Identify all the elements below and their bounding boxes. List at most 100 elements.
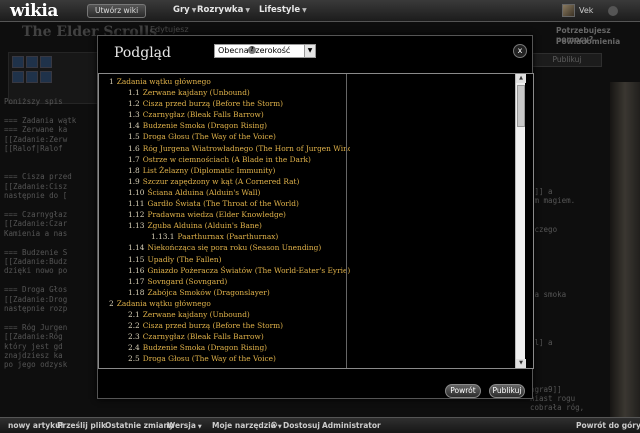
toc-number: 2.2 — [128, 321, 140, 331]
toc-number: 1.10 — [128, 187, 145, 197]
version-link[interactable]: Wersja ▼ — [167, 421, 202, 430]
toc-item[interactable]: 1.3 Czarnygłaz (Bleak Falls Barrow) — [105, 109, 350, 120]
toc-number: 2.4 — [128, 343, 140, 353]
toc-item[interactable]: 1.11 Gardło Świata (The Throat of the Wor… — [105, 198, 350, 209]
toc-item[interactable]: 1.13.1 Paarthurnax (Paarthurnax) — [105, 231, 350, 242]
wikia-logo[interactable]: wikia — [10, 1, 58, 21]
toc-link[interactable]: Gardło Świata (The Throat of the World) — [147, 199, 298, 208]
toc-number: 1.4 — [128, 121, 140, 131]
toc-number: 2.3 — [128, 332, 140, 342]
toc-link[interactable]: List Żelazny (Diplomatic Immunity) — [143, 166, 276, 175]
toc-number: 1.7 — [128, 154, 140, 164]
preview-frame: 1 Zadania wątku głównego 1.1 Zerwane kajdan… — [98, 73, 534, 369]
global-nav: wikia Utwórz wiki Gry ▼ Rozrywka ▼ Lifesty… — [0, 0, 640, 22]
recent-changes-link[interactable]: Ostatnie zmiany — [105, 421, 174, 430]
publish-button[interactable]: Publikuj — [489, 384, 525, 398]
toc-item[interactable]: 2.1 Zerwane kajdany (Unbound) — [105, 309, 350, 320]
toc-item[interactable]: 1.1 Zerwane kajdany (Unbound) — [105, 87, 350, 98]
toc-item[interactable]: 1.12 Pradawna wiedza (Elder Knowledge) — [105, 209, 350, 220]
notifications-icon[interactable] — [608, 6, 618, 16]
toc-link[interactable]: Pradawna wiedza (Elder Knowledge) — [147, 210, 285, 219]
scroll-thumb[interactable] — [517, 85, 525, 127]
toc-item[interactable]: 1.17 Sovngard (Sovngard) — [105, 276, 350, 287]
toc-link[interactable]: Budzenie Smoka (Dragon Rising) — [143, 343, 267, 352]
toc-item[interactable]: 1.9 Szczur zapędzony w kąt (A Cornered Ra… — [105, 176, 350, 187]
toc-link[interactable]: Cisza przed burzą (Before the Storm) — [143, 321, 283, 330]
toc-number: 1.5 — [128, 132, 140, 142]
toc-item[interactable]: 1.13 Zguba Alduina (Alduin's Bane) — [105, 220, 350, 231]
toc-link[interactable]: Paarthurnax (Paarthurnax) — [178, 232, 279, 241]
toc-item[interactable]: 1.14 Niekończąca się pora roku (Season Un… — [105, 242, 350, 253]
toc-number: 2.1 — [128, 309, 140, 319]
toc-link[interactable]: Ściana Alduina (Alduin's Wall) — [147, 188, 260, 197]
toc-link[interactable]: Róg Jurgena Wiatrowładnego (The Horn of … — [143, 144, 350, 153]
toc-link[interactable]: Zadania wątku głównego — [117, 299, 211, 308]
toc-item[interactable]: 1.6 Róg Jurgena Wiatrowładnego (The Horn … — [105, 143, 350, 154]
toc-item[interactable]: 2.5 Droga Głosu (The Way of the Voice) — [105, 353, 350, 364]
nav-entertainment[interactable]: Rozrywka ▼ — [197, 5, 250, 15]
avatar[interactable] — [562, 4, 575, 17]
toc-link[interactable]: Zadania wątku głównego — [117, 77, 211, 86]
gear-icon[interactable]: ⚙ — [270, 421, 278, 431]
toc-number: 1 — [109, 77, 114, 86]
scroll-up-icon[interactable]: ▲ — [516, 74, 526, 83]
toc-number: 2 — [109, 298, 114, 308]
toc-link[interactable]: Zabójca Smoków (Dragonslayer) — [147, 288, 269, 297]
toc-item[interactable]: 1.7 Ostrze w ciemnościach (A Blade in the… — [105, 154, 350, 165]
preview-modal: Podgląd Obecna szerokość ▼ ? x 1 Zadania … — [97, 35, 534, 399]
scrollbar[interactable]: ▲ ▼ — [515, 74, 526, 368]
toc-link[interactable]: Droga Głosu (The Way of the Voice) — [143, 354, 276, 363]
upload-file-link[interactable]: Prześlij plik — [57, 421, 106, 430]
toc-link[interactable]: Zerwane kajdany (Unbound) — [143, 310, 250, 319]
back-button[interactable]: Powrót — [445, 384, 481, 398]
toc-item[interactable]: 2.3 Czarnygłaz (Bleak Falls Barrow) — [105, 331, 350, 342]
toc-item[interactable]: 1.18 Zabójca Smoków (Dragonslayer) — [105, 287, 350, 298]
new-article-link[interactable]: nowy artykuł — [8, 421, 63, 430]
toc-link[interactable]: Budzenie Smoka (Dragon Rising) — [143, 121, 267, 130]
toc-number: 1.14 — [128, 243, 145, 253]
toc-item[interactable]: 1.10 Ściana Alduina (Alduin's Wall) — [105, 187, 350, 198]
toc-item[interactable]: 1.16 Gniazdo Pożeracza Światów (The World… — [105, 265, 350, 276]
toc-item[interactable]: 1.2 Cisza przed burzą (Before the Storm) — [105, 98, 350, 109]
toc-number: 1.2 — [128, 99, 140, 109]
toc-item[interactable]: 1.4 Budzenie Smoka (Dragon Rising) — [105, 120, 350, 131]
toc-link[interactable]: Zguba Alduina (Alduin's Bane) — [147, 221, 261, 230]
toc-link[interactable]: Czarnygłaz (Bleak Falls Barrow) — [143, 332, 264, 341]
toc-link[interactable]: Niekończąca się pora roku (Season Unendi… — [147, 243, 321, 252]
toc-item[interactable]: 2 Zadania wątku głównego — [105, 298, 350, 309]
toc-item[interactable]: 1.8 List Żelazny (Diplomatic Immunity) — [105, 165, 350, 176]
nav-lifestyle-label: Lifestyle — [259, 5, 301, 15]
toc-number: 1.17 — [128, 276, 145, 286]
toc-link[interactable]: Czarnygłaz (Bleak Falls Barrow) — [143, 110, 264, 119]
width-select[interactable]: Obecna szerokość ▼ — [214, 44, 316, 58]
toc-link[interactable]: Sovngard (Sovngard) — [147, 277, 227, 286]
toc-link[interactable]: Szczur zapędzony w kąt (A Cornered Rat) — [143, 177, 300, 186]
chevron-down-icon: ▼ — [197, 424, 202, 430]
toc-item[interactable]: 2.2 Cisza przed burzą (Before the Storm) — [105, 320, 350, 331]
toc-link[interactable]: Cisza przed burzą (Before the Storm) — [143, 99, 283, 108]
toc-link[interactable]: Droga Głosu (The Way of the Voice) — [143, 132, 276, 141]
toc-item[interactable]: 1.15 Upadły (The Fallen) — [105, 254, 350, 265]
create-wiki-button[interactable]: Utwórz wiki — [87, 4, 147, 18]
customize-link[interactable]: Dostosuj — [283, 421, 320, 430]
toc-link[interactable]: Gniazdo Pożeracza Światów (The World-Eat… — [147, 266, 350, 275]
toc-link[interactable]: Ostrze w ciemnościach (A Blade in the Da… — [143, 155, 311, 164]
nav-lifestyle[interactable]: Lifestyle ▼ — [259, 5, 307, 15]
toc-link[interactable]: Upadły (The Fallen) — [147, 255, 221, 264]
admin-link[interactable]: Administrator — [322, 421, 381, 430]
back-to-top-link[interactable]: Powrót do góry — [576, 421, 640, 430]
toc-item[interactable]: 1.5 Droga Głosu (The Way of the Voice) — [105, 131, 350, 142]
chevron-down-icon: ▼ — [277, 424, 282, 430]
toc-item[interactable]: 1 Zadania wątku głównego — [105, 76, 350, 87]
toc-number: 1.13 — [128, 221, 145, 231]
scroll-down-icon[interactable]: ▼ — [516, 359, 526, 368]
close-button[interactable]: x — [513, 44, 527, 58]
toc-link[interactable]: Zerwane kajdany (Unbound) — [143, 88, 250, 97]
user-menu[interactable]: Vek — [579, 6, 593, 15]
toc-item[interactable]: 2.4 Budzenie Smoka (Dragon Rising) — [105, 342, 350, 353]
chevron-down-icon[interactable]: ▼ — [304, 45, 315, 57]
toc-number: 1.8 — [128, 165, 140, 175]
help-icon[interactable]: ? — [248, 46, 256, 54]
toc-number: 1.16 — [128, 265, 145, 275]
nav-games[interactable]: Gry ▼ — [173, 5, 196, 15]
